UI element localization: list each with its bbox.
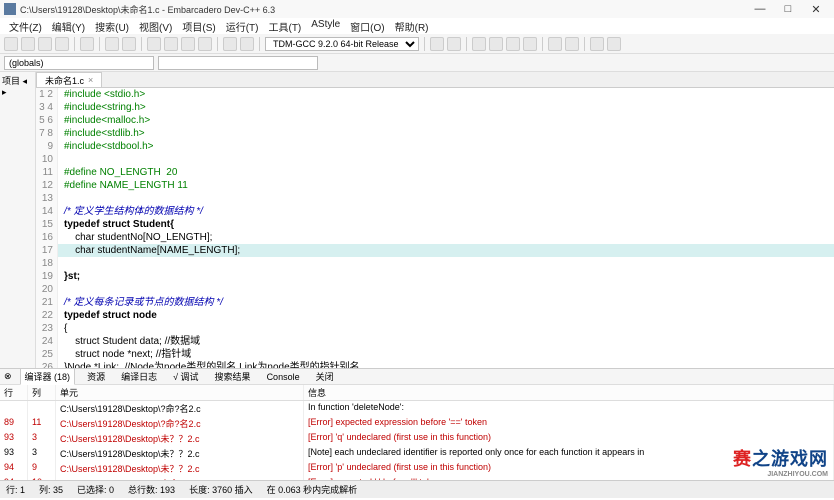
tab-compiler[interactable]: 编译器 (18) — [20, 368, 76, 385]
status-sel: 已选择: 0 — [77, 483, 114, 496]
tab-searchresults[interactable]: 搜索结果 — [211, 369, 255, 384]
menu-file[interactable]: 文件(Z) — [4, 18, 47, 34]
error-header: 行 列 单元 信息 — [0, 385, 834, 401]
error-row[interactable]: 933C:\Users\19128\Desktop\未？？2.c[Error] … — [0, 431, 834, 446]
close-button[interactable]: ✕ — [802, 3, 830, 16]
menubar: 文件(Z) 编辑(Y) 搜索(U) 视图(V) 项目(S) 运行(T) 工具(T… — [0, 18, 834, 34]
toolbar-secondary: (globals) — [0, 54, 834, 72]
col-col[interactable]: 列 — [28, 385, 56, 400]
maximize-button[interactable]: □ — [774, 3, 802, 15]
tab-debug[interactable]: √ 调试 — [169, 369, 202, 384]
code-editor[interactable]: 1 2 3 4 5 6 7 8 9 10 11 12 13 14 15 16 1… — [36, 88, 834, 368]
undo-button[interactable] — [105, 37, 119, 51]
tab-console[interactable]: Console — [263, 371, 304, 383]
tool-d-button[interactable] — [489, 37, 503, 51]
tab-compilelog[interactable]: 编译日志 — [117, 369, 161, 384]
stop-button[interactable] — [240, 37, 254, 51]
editor-area: 未命名1.c × 1 2 3 4 5 6 7 8 9 10 11 12 13 1… — [36, 72, 834, 368]
status-col: 列: 35 — [39, 483, 63, 496]
titlebar: C:\Users\19128\Desktop\未命名1.c - Embarcad… — [0, 0, 834, 18]
tool-c-button[interactable] — [472, 37, 486, 51]
compile-button[interactable] — [147, 37, 161, 51]
tab-resource[interactable]: 资源 — [83, 369, 109, 384]
debug-button[interactable] — [223, 37, 237, 51]
statusbar: 行: 1 列: 35 已选择: 0 总行数: 193 长度: 3760 插入 在… — [0, 480, 834, 498]
tab-close[interactable]: 关闭 — [312, 369, 338, 384]
save-button[interactable] — [38, 37, 52, 51]
menu-window[interactable]: 窗口(O) — [345, 18, 389, 34]
code-body[interactable]: #include <stdio.h> #include<string.h> #i… — [58, 88, 834, 368]
compile-run-button[interactable] — [181, 37, 195, 51]
menu-astyle[interactable]: AStyle — [306, 18, 345, 34]
minimize-button[interactable]: — — [746, 3, 774, 15]
tab-close-icon[interactable]: × — [88, 75, 93, 85]
status-done: 在 0.063 秒内完成解析 — [267, 483, 358, 496]
project-panel[interactable]: 项目 ◂ ▸ — [0, 72, 36, 368]
run-button[interactable] — [164, 37, 178, 51]
status-total: 总行数: 193 — [128, 483, 175, 496]
tab-label: 未命名1.c — [45, 74, 84, 87]
rebuild-button[interactable] — [198, 37, 212, 51]
error-row[interactable]: 949C:\Users\19128\Desktop\未？？2.c[Error] … — [0, 461, 834, 476]
error-table: 行 列 单元 信息 C:\Users\19128\Desktop\?命?名2.c… — [0, 385, 834, 480]
line-gutter: 1 2 3 4 5 6 7 8 9 10 11 12 13 14 15 16 1… — [36, 88, 58, 368]
watermark-text: 之游戏网 — [752, 449, 828, 469]
error-row[interactable]: 9410C:\Users\19128\Desktop\未命??.c[Error]… — [0, 476, 834, 480]
error-row[interactable]: 8911C:\Users\19128\Desktop\?命?名2.c[Error… — [0, 416, 834, 431]
toolbar-main: TDM-GCC 9.2.0 64-bit Release — [0, 34, 834, 54]
window-title: C:\Users\19128\Desktop\未命名1.c - Embarcad… — [20, 3, 275, 16]
menu-view[interactable]: 视图(V) — [134, 18, 177, 34]
error-row[interactable]: 933C:\Users\19128\Desktop\未？？2.c[Note] e… — [0, 446, 834, 461]
tool-f-button[interactable] — [523, 37, 537, 51]
symbol-dropdown[interactable] — [158, 56, 318, 70]
bottom-panel: ⊗ 编译器 (18) 资源 编译日志 √ 调试 搜索结果 Console 关闭 … — [0, 368, 834, 480]
col-line[interactable]: 行 — [0, 385, 28, 400]
menu-edit[interactable]: 编辑(Y) — [47, 18, 90, 34]
tool-i-button[interactable] — [590, 37, 604, 51]
error-row[interactable]: C:\Users\19128\Desktop\?命?名2.cIn functio… — [0, 401, 834, 416]
tool-b-button[interactable] — [447, 37, 461, 51]
app-icon — [4, 3, 16, 15]
tool-a-button[interactable] — [430, 37, 444, 51]
col-msg[interactable]: 信息 — [304, 385, 834, 400]
bottom-tabs: ⊗ 编译器 (18) 资源 编译日志 √ 调试 搜索结果 Console 关闭 — [0, 369, 834, 385]
col-file[interactable]: 单元 — [56, 385, 304, 400]
editor-tabs: 未命名1.c × — [36, 72, 834, 88]
menu-tools[interactable]: 工具(T) — [263, 18, 306, 34]
editor-tab[interactable]: 未命名1.c × — [36, 72, 102, 87]
new-file-button[interactable] — [4, 37, 18, 51]
open-button[interactable] — [21, 37, 35, 51]
redo-button[interactable] — [122, 37, 136, 51]
compiler-selector[interactable]: TDM-GCC 9.2.0 64-bit Release — [265, 37, 419, 51]
watermark-url: JIANZHIYOU.COM — [733, 471, 828, 478]
menu-search[interactable]: 搜索(U) — [90, 18, 134, 34]
tool-e-button[interactable] — [506, 37, 520, 51]
watermark: 赛之游戏网 JIANZHIYOU.COM — [733, 445, 828, 478]
menu-project[interactable]: 项目(S) — [177, 18, 220, 34]
main-area: 项目 ◂ ▸ 未命名1.c × 1 2 3 4 5 6 7 8 9 10 11 … — [0, 72, 834, 368]
print-button[interactable] — [80, 37, 94, 51]
tool-g-button[interactable] — [548, 37, 562, 51]
menu-run[interactable]: 运行(T) — [221, 18, 264, 34]
tool-j-button[interactable] — [607, 37, 621, 51]
globals-dropdown[interactable]: (globals) — [4, 56, 154, 70]
status-line: 行: 1 — [6, 483, 25, 496]
save-all-button[interactable] — [55, 37, 69, 51]
tool-h-button[interactable] — [565, 37, 579, 51]
menu-help[interactable]: 帮助(R) — [390, 18, 434, 34]
status-len: 长度: 3760 插入 — [189, 483, 253, 496]
